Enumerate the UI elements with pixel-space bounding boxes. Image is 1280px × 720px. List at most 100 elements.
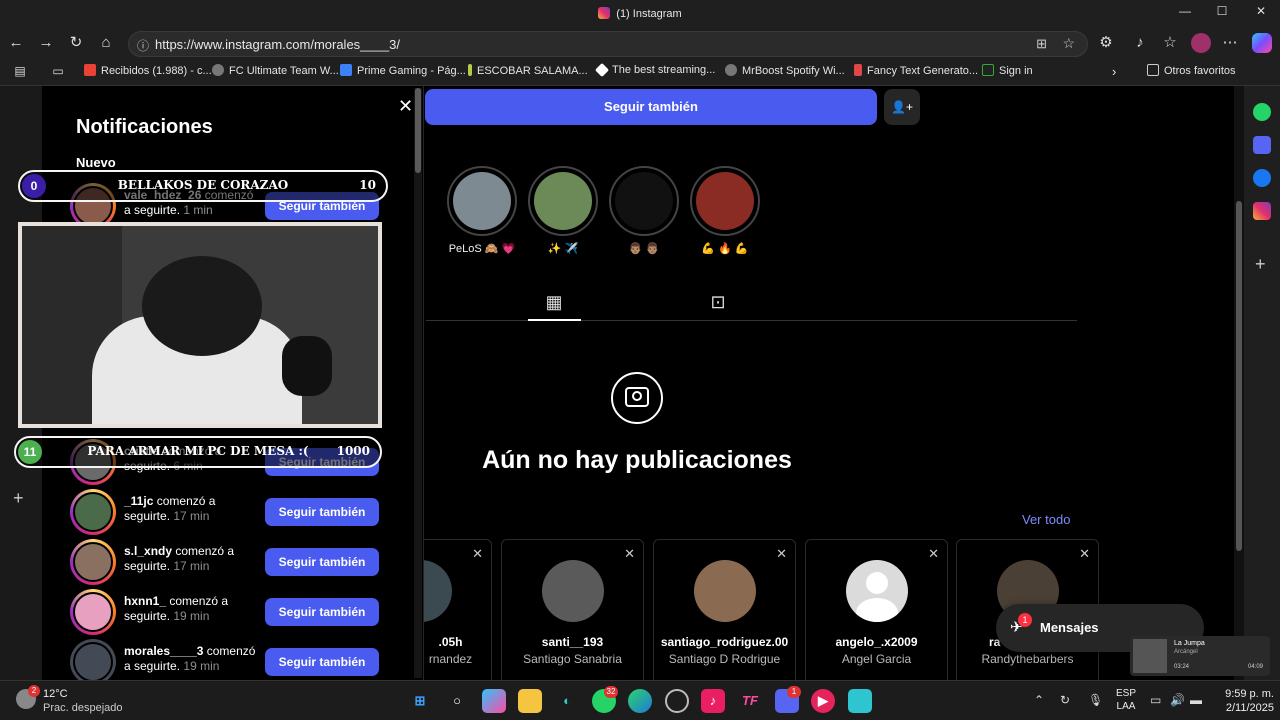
media-mini-player[interactable]: La Jumpa Arcángel 03:24 04:09 — [1130, 636, 1270, 676]
tf-icon[interactable]: TF — [738, 689, 762, 713]
suggestion-username[interactable]: santi__193 — [502, 635, 643, 649]
avatar-frame[interactable] — [70, 639, 116, 680]
suggestion-username[interactable]: santiago_rodriguez.00 — [654, 635, 795, 649]
avatar[interactable] — [73, 592, 113, 632]
close-icon[interactable]: ✕ — [398, 96, 413, 117]
extensions-icon[interactable]: ⚙ — [1096, 34, 1116, 52]
search-icon[interactable]: ○ — [445, 689, 469, 713]
dismiss-icon[interactable]: ✕ — [776, 546, 787, 562]
avatar[interactable] — [694, 560, 756, 622]
more-menu-icon[interactable]: ⋯ — [1220, 34, 1240, 52]
edge-icon[interactable] — [628, 689, 652, 713]
sync-icon[interactable]: ↻ — [1060, 693, 1070, 707]
steam-icon[interactable] — [665, 689, 689, 713]
add-user-icon[interactable]: 👤+ — [884, 89, 920, 125]
avatar[interactable] — [73, 642, 113, 680]
more-bookmarks-icon[interactable]: › — [1112, 64, 1116, 79]
bookmark-fc[interactable]: FC Ultimate Team W... — [212, 64, 339, 77]
refresh-icon[interactable]: ↻ — [66, 34, 86, 52]
favorites-icon[interactable]: ☆ — [1160, 34, 1180, 52]
highlight-pelos[interactable] — [447, 166, 517, 236]
media-player-icon[interactable]: ▶ — [811, 689, 835, 713]
bookmark-prime[interactable]: Prime Gaming - Pág... — [340, 64, 466, 77]
show-hidden-icons[interactable]: ⌃ — [1034, 693, 1044, 707]
notification-item[interactable]: morales____3 comenzó a seguirte. 19 min … — [70, 639, 415, 680]
discord-icon[interactable] — [1253, 136, 1271, 154]
url-text[interactable]: https://www.instagram.com/morales____3/ — [155, 37, 400, 52]
favorite-star-icon[interactable]: ☆ — [1062, 35, 1075, 52]
bookmark-mrboost[interactable]: MrBoost Spotify Wi... — [725, 64, 845, 77]
follow-back-button[interactable]: Seguir también — [265, 548, 379, 576]
profile-avatar[interactable] — [1191, 33, 1211, 53]
see-all-link[interactable]: Ver todo — [1022, 512, 1070, 527]
notification-user[interactable]: _11jc — [124, 494, 153, 508]
suggestion-card[interactable]: ✕ santiago_rodriguez.00 Santiago D Rodri… — [653, 539, 796, 680]
forward-icon[interactable]: → — [36, 34, 56, 52]
notification-user[interactable]: s.l_xndy — [124, 544, 172, 558]
tiktok-icon[interactable]: ♪ — [701, 689, 725, 713]
bookmark-signin[interactable]: Sign in — [982, 64, 1033, 77]
follow-back-button[interactable]: Seguir también — [265, 598, 379, 626]
avatar[interactable] — [846, 560, 908, 622]
avatar[interactable] — [73, 542, 113, 582]
follow-back-button[interactable]: Seguir también — [265, 498, 379, 526]
highlight-travel[interactable] — [528, 166, 598, 236]
highlight-car[interactable] — [690, 166, 760, 236]
minimize-button[interactable]: — — [1170, 4, 1200, 24]
sidebar-toggle-icon[interactable]: ▤ — [10, 62, 30, 80]
microphone-icon[interactable]: 🎙 — [1088, 693, 1103, 707]
avatar[interactable] — [542, 560, 604, 622]
volume-icon[interactable]: 🔊 — [1170, 693, 1185, 707]
bookmark-fancytext[interactable]: Fancy Text Generato... — [854, 64, 978, 77]
back-icon[interactable]: ← — [6, 34, 26, 52]
dismiss-icon[interactable]: ✕ — [1079, 546, 1090, 562]
follow-back-button[interactable]: Seguir también — [265, 648, 379, 676]
panel-scrollbar[interactable] — [414, 88, 422, 678]
temperature[interactable]: 12°C — [43, 688, 68, 700]
app-available-icon[interactable]: ⊞ — [1036, 36, 1047, 52]
edge-dev-icon[interactable]: ◐ — [555, 689, 579, 713]
facebook-icon[interactable] — [1253, 169, 1271, 187]
dismiss-icon[interactable]: ✕ — [624, 546, 635, 562]
notification-user[interactable]: morales____3 — [124, 644, 203, 658]
bookmark-streaming[interactable]: The best streaming... — [594, 62, 715, 78]
page-scroll-thumb[interactable] — [1236, 201, 1242, 551]
posts-grid-icon[interactable]: ▦ — [544, 292, 564, 312]
add-icon[interactable]: + — [1255, 254, 1266, 275]
tagged-icon[interactable]: ⊡ — [708, 292, 728, 312]
bookmark-gmail[interactable]: Recibidos (1.988) - c... — [84, 64, 212, 77]
notepad-icon[interactable] — [848, 689, 872, 713]
dismiss-icon[interactable]: ✕ — [472, 546, 483, 562]
highlight-friends[interactable] — [609, 166, 679, 236]
bookmark-escobar[interactable]: ESCOBAR SALAMA... — [468, 64, 588, 77]
address-bar[interactable]: ⓘ https://www.instagram.com/morales____3… — [128, 31, 1088, 57]
instagram-icon[interactable] — [1253, 202, 1271, 220]
suggestion-username[interactable]: angelo_.x2009 — [806, 635, 947, 649]
notification-user[interactable]: hxnn1_ — [124, 594, 166, 608]
whatsapp-icon[interactable] — [1253, 103, 1271, 121]
maximize-button[interactable]: ☐ — [1207, 4, 1237, 24]
close-window-button[interactable]: ✕ — [1246, 4, 1276, 24]
file-explorer-icon[interactable] — [518, 689, 542, 713]
battery-icon[interactable]: ▬ — [1190, 693, 1202, 707]
add-icon[interactable]: + — [13, 488, 24, 509]
clock[interactable]: 9:59 p. m. 2/11/2025 — [1214, 687, 1274, 715]
scroll-thumb[interactable] — [415, 88, 421, 173]
notification-item[interactable]: _11jc comenzó a seguirte. 17 min Seguir … — [70, 489, 415, 535]
story-ring[interactable] — [70, 539, 116, 585]
read-aloud-icon[interactable]: ♪ — [1130, 34, 1150, 52]
suggestion-card[interactable]: ✕ santi__193 Santiago Sanabria — [501, 539, 644, 680]
home-icon[interactable]: ⌂ — [96, 34, 116, 52]
copilot-taskbar-icon[interactable] — [482, 689, 506, 713]
site-info-icon[interactable]: ⓘ — [137, 37, 149, 54]
copilot-icon[interactable] — [1252, 33, 1272, 53]
wallet-icon[interactable]: ▭ — [48, 62, 68, 80]
notification-item[interactable]: hxnn1_ comenzó a seguirte. 19 min Seguir… — [70, 589, 415, 635]
start-icon[interactable]: ⊞ — [408, 689, 432, 713]
notification-item[interactable]: s.l_xndy comenzó a seguirte. 17 min Segu… — [70, 539, 415, 585]
other-favorites-folder[interactable]: Otros favoritos — [1147, 64, 1236, 77]
page-scrollbar[interactable] — [1234, 86, 1244, 680]
suggestion-card[interactable]: ✕ angelo_.x2009 Angel Garcia — [805, 539, 948, 680]
network-icon[interactable]: ▭ — [1150, 693, 1161, 707]
language-indicator[interactable]: ESP LAA — [1116, 687, 1136, 713]
